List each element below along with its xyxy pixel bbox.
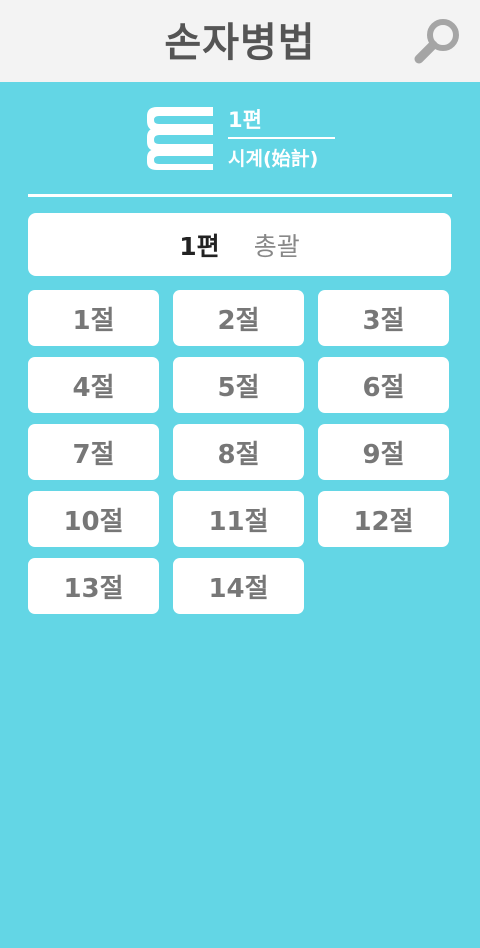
divider bbox=[28, 194, 452, 197]
banner-part-number: 1편 bbox=[179, 231, 220, 261]
section-button-1[interactable]: 1절 bbox=[28, 290, 159, 346]
section-button-11[interactable]: 11절 bbox=[173, 491, 304, 547]
part-name: 시계(始計) bbox=[228, 148, 319, 170]
section-button-9[interactable]: 9절 bbox=[318, 424, 449, 480]
section-button-4[interactable]: 4절 bbox=[28, 357, 159, 413]
search-button[interactable] bbox=[410, 14, 466, 70]
section-button-7[interactable]: 7절 bbox=[28, 424, 159, 480]
part-header: 1편 시계(始計) bbox=[0, 98, 480, 176]
part-underline bbox=[228, 137, 335, 139]
section-button-2[interactable]: 2절 bbox=[173, 290, 304, 346]
part-overview-button[interactable]: 1편 총괄 bbox=[28, 213, 451, 276]
search-icon bbox=[414, 19, 459, 64]
section-grid: 1절 2절 3절 4절 5절 6절 7절 8절 9절 10절 11절 12절 1… bbox=[28, 290, 452, 614]
book-stack-icon bbox=[147, 107, 213, 170]
section-button-12[interactable]: 12절 bbox=[318, 491, 449, 547]
section-button-8[interactable]: 8절 bbox=[173, 424, 304, 480]
app-title: 손자병법 bbox=[164, 20, 316, 66]
part-number: 1편 bbox=[228, 108, 262, 132]
section-button-13[interactable]: 13절 bbox=[28, 558, 159, 614]
section-button-10[interactable]: 10절 bbox=[28, 491, 159, 547]
app-header: 손자병법 bbox=[0, 0, 480, 82]
section-button-6[interactable]: 6절 bbox=[318, 357, 449, 413]
section-button-14[interactable]: 14절 bbox=[173, 558, 304, 614]
section-button-3[interactable]: 3절 bbox=[318, 290, 449, 346]
banner-title: 총괄 bbox=[253, 231, 300, 261]
section-button-5[interactable]: 5절 bbox=[173, 357, 304, 413]
